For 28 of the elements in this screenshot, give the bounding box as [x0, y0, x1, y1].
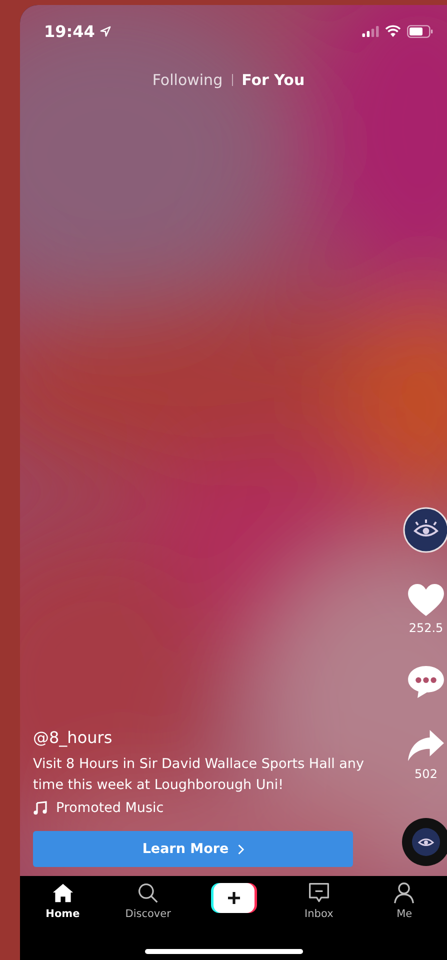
search-icon	[137, 882, 160, 904]
feed-tab[interactable]: Following	[152, 71, 223, 89]
signal-icon	[362, 26, 379, 36]
profile-avatar-icon[interactable]	[403, 507, 447, 553]
plus-icon	[210, 883, 257, 913]
nav-tab[interactable]: Discover	[105, 882, 191, 920]
nav-tab[interactable]: Me	[362, 882, 447, 920]
video-caption: Visit 8 Hours in Sir David Wallace Sports Hall any time this week at Loughborough Uni!	[33, 755, 365, 795]
nav-tab[interactable]: Inbox	[276, 882, 362, 920]
music-title[interactable]: Promoted Music	[56, 800, 164, 816]
battery-icon	[407, 24, 433, 38]
wifi-icon	[385, 25, 401, 37]
feed-tab[interactable]: For You	[242, 71, 305, 89]
chevron-right-icon	[236, 844, 244, 854]
username[interactable]: @8_hours	[33, 728, 112, 747]
heart-icon[interactable]	[407, 583, 445, 617]
share-arrow-icon[interactable]	[407, 729, 445, 763]
nav-tab[interactable]: Home	[20, 882, 106, 920]
profile-icon	[393, 882, 416, 904]
learn-more-button[interactable]: Learn More	[33, 831, 353, 867]
inbox-icon	[308, 882, 330, 904]
home-icon	[52, 882, 74, 904]
location-arrow-icon	[100, 26, 111, 36]
action-count: 252.5	[408, 621, 444, 635]
action-count: 502	[414, 767, 438, 781]
comment-icon[interactable]	[407, 665, 445, 699]
status-time: 19:44	[44, 22, 95, 40]
music-note-icon	[33, 801, 47, 815]
